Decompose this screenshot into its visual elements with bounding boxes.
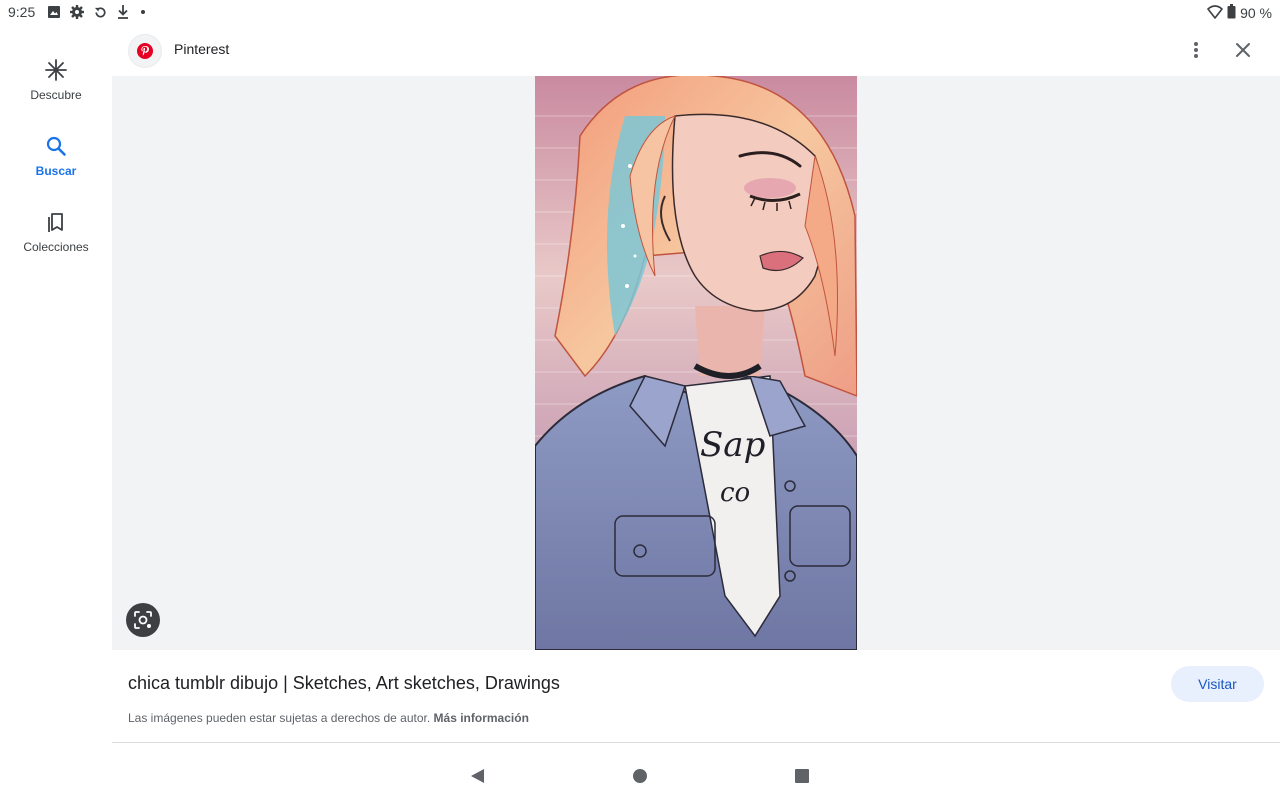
gear-icon (69, 4, 85, 20)
source-name[interactable]: Pinterest (174, 41, 229, 57)
status-bar: 9:25 90 % (0, 0, 1280, 24)
status-icons-right: 90 % (1207, 4, 1272, 22)
viewer-header: Pinterest (112, 24, 1280, 76)
dot-icon (138, 7, 148, 17)
visit-button[interactable]: Visitar (1171, 666, 1264, 702)
back-triangle-icon[interactable] (467, 766, 487, 786)
copyright-text: Las imágenes pueden estar sujetas a dere… (128, 711, 431, 725)
more-vert-icon[interactable] (1182, 36, 1210, 64)
collections-icon (45, 208, 67, 236)
nav-item-buscar[interactable]: Buscar (0, 132, 112, 192)
search-icon (45, 132, 67, 160)
divider (112, 742, 1280, 743)
image-preview: Sap co (112, 76, 1280, 650)
image-icon (47, 5, 61, 19)
nav-item-colecciones[interactable]: Colecciones (0, 208, 112, 268)
preview-image[interactable]: Sap co (535, 76, 857, 650)
nav-label-buscar: Buscar (35, 164, 77, 178)
download-icon (116, 4, 130, 20)
nav-rail: Descubre Buscar Colecciones (0, 24, 112, 742)
nav-label-descubre: Descubre (30, 88, 82, 102)
nav-label-colecciones: Colecciones (23, 240, 89, 254)
battery-percent: 90 % (1240, 5, 1272, 21)
pinterest-logo[interactable] (128, 34, 162, 68)
more-info-link[interactable]: Más información (434, 711, 529, 725)
system-nav-bar (0, 752, 1280, 800)
copyright-notice: Las imágenes pueden estar sujetas a dere… (128, 711, 529, 725)
svg-text:Sap: Sap (700, 425, 765, 465)
result-title[interactable]: chica tumblr dibujo | Sketches, Art sket… (128, 673, 560, 694)
home-circle-icon[interactable] (630, 766, 650, 786)
svg-text:co: co (720, 478, 750, 508)
recents-square-icon[interactable] (792, 766, 812, 786)
asterisk-icon (44, 56, 68, 84)
nav-item-descubre[interactable]: Descubre (0, 56, 112, 116)
result-info: chica tumblr dibujo | Sketches, Art sket… (112, 650, 1280, 742)
status-time: 9:25 (8, 4, 36, 20)
battery-icon (1227, 4, 1236, 22)
wifi-icon (1207, 4, 1223, 22)
lens-icon[interactable] (126, 603, 160, 637)
status-icons-left (47, 4, 148, 20)
sync-icon (93, 5, 108, 20)
close-icon[interactable] (1229, 36, 1257, 64)
